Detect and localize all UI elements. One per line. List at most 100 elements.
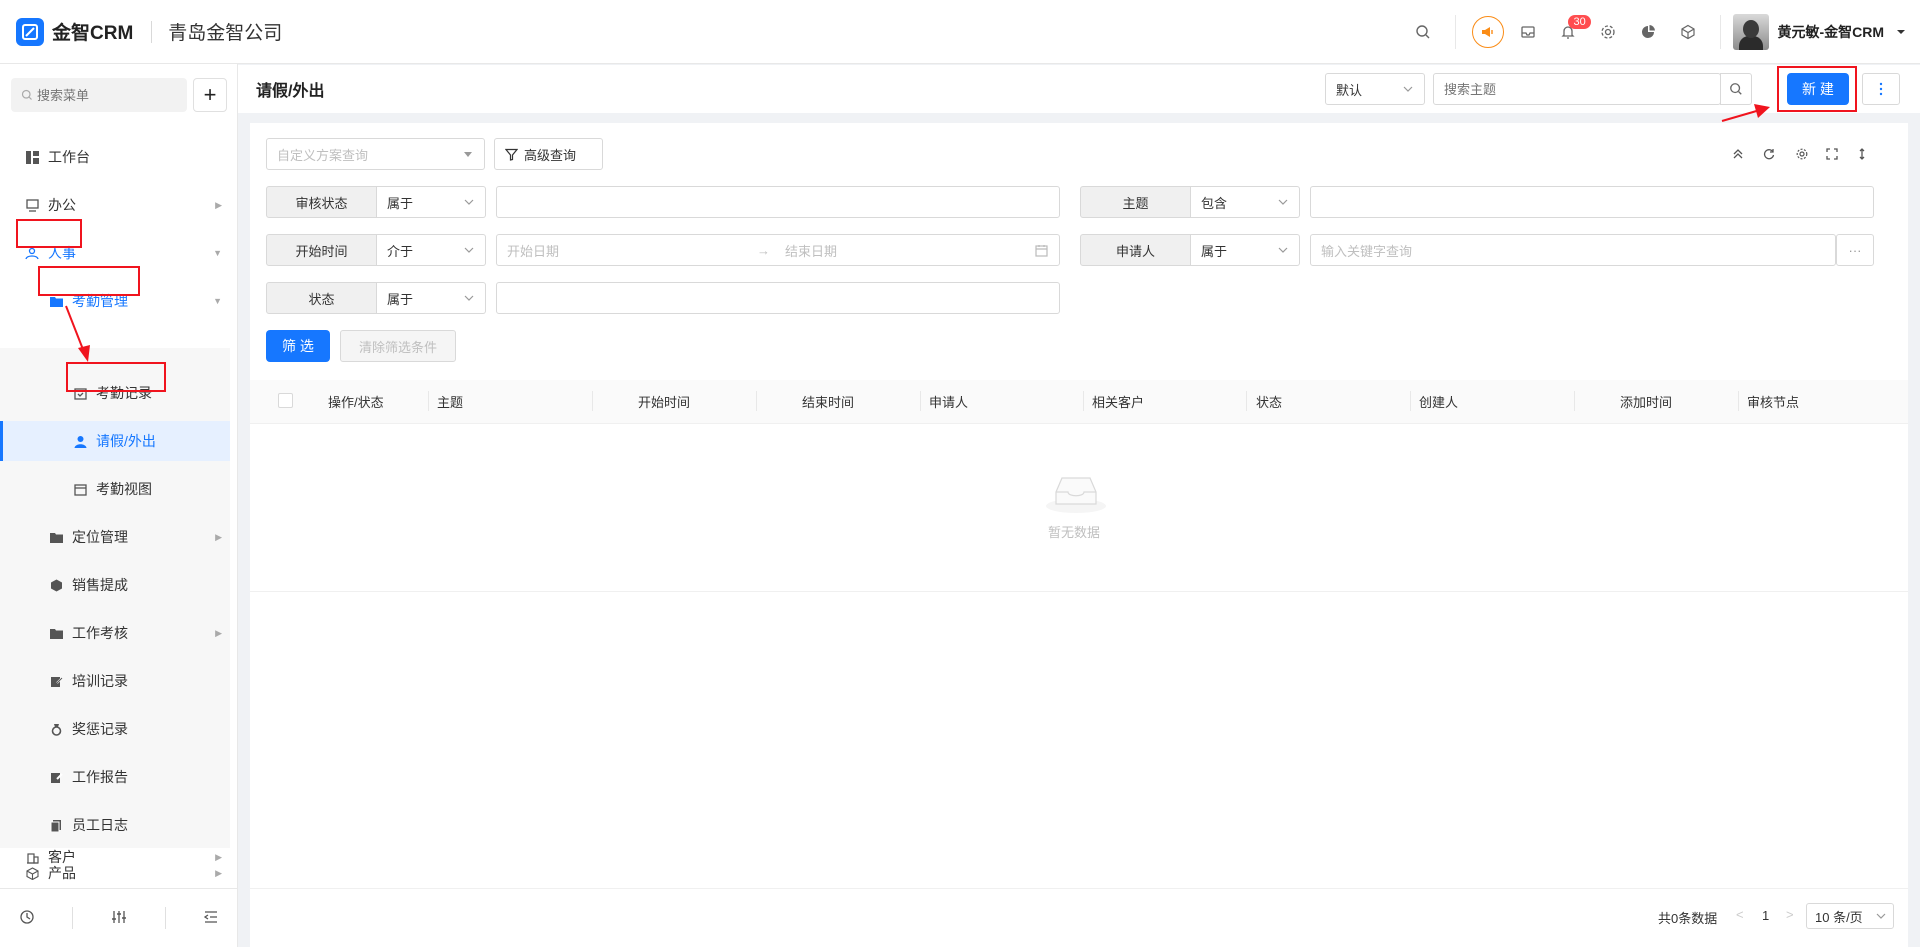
date-range-picker[interactable]: 开始日期 → 结束日期 [496, 234, 1060, 266]
column-divider [756, 391, 757, 411]
hexagon-icon [48, 577, 64, 593]
filter-op-review-status[interactable]: 属于 [377, 186, 486, 218]
column-header[interactable]: 相关客户 [1092, 391, 1144, 411]
bell-icon[interactable]: 30 [1548, 0, 1591, 64]
sidebar-item-leave-outing[interactable]: 请假/外出 [0, 419, 230, 463]
column-header[interactable]: 状态 [1256, 391, 1282, 411]
sidebar-item-label: 客户 [48, 849, 76, 865]
menu-search[interactable] [11, 78, 187, 112]
announcement-icon[interactable] [1468, 0, 1508, 64]
menu-search-input[interactable] [37, 87, 177, 103]
sidebar-item-label: 工作报告 [72, 769, 128, 785]
column-height-icon[interactable] [1852, 144, 1872, 164]
prev-page-icon[interactable]: < [1736, 907, 1744, 922]
sidebar-item-work-reports[interactable]: 工作报告 [0, 755, 230, 799]
logo-icon [16, 17, 44, 46]
sidebar-item-dashboard[interactable]: 工作台 [0, 135, 230, 179]
column-divider [1083, 391, 1084, 411]
sidebar-item-label: 工作考核 [72, 625, 128, 641]
status-input[interactable] [496, 282, 1060, 314]
column-divider [1246, 391, 1247, 411]
subject-input[interactable] [1310, 186, 1874, 218]
more-actions-button[interactable] [1862, 73, 1900, 105]
search-icon [1730, 83, 1742, 95]
filter-op-subject[interactable]: 包含 [1191, 186, 1300, 218]
start-date-placeholder[interactable]: 开始日期 [507, 241, 757, 260]
collapse-menu-icon[interactable] [203, 909, 219, 928]
notification-badge: 30 [1568, 15, 1591, 29]
divider [72, 907, 74, 929]
column-header[interactable]: 开始时间 [638, 391, 690, 411]
history-icon[interactable] [19, 909, 35, 928]
advanced-query-label: 高级查询 [524, 147, 577, 163]
search-button[interactable] [1720, 73, 1752, 105]
advanced-query-button[interactable]: 高级查询 [494, 138, 603, 170]
sidebar-item-rewards-penalties[interactable]: 奖惩记录 [0, 707, 230, 751]
sidebar-item-location-management[interactable]: 定位管理 ▶ [0, 515, 230, 559]
applicant-input[interactable]: 输入关键字查询 [1310, 234, 1836, 266]
select-all-checkbox[interactable] [278, 393, 293, 408]
sidebar-item-training-records[interactable]: 培训记录 [0, 659, 230, 703]
divider [151, 20, 153, 43]
avatar [1733, 14, 1770, 50]
pie-chart-icon[interactable] [1628, 0, 1668, 64]
column-header[interactable]: 申请人 [929, 391, 968, 411]
view-select-value: 默认 [1336, 82, 1363, 98]
copy-icon [48, 817, 64, 833]
view-select[interactable]: 默认 [1325, 73, 1425, 105]
caret-down-icon [464, 152, 472, 157]
folder-icon [48, 625, 64, 641]
column-header[interactable]: 操作/状态 [328, 391, 384, 411]
subject-search[interactable] [1433, 73, 1721, 105]
logo-text: 金智CRM [52, 23, 134, 44]
page-size-select[interactable]: 10 条/页 [1806, 903, 1894, 929]
building-icon [24, 849, 40, 865]
column-header[interactable]: 主题 [437, 391, 463, 411]
fullscreen-icon[interactable] [1822, 144, 1842, 164]
column-header[interactable]: 添加时间 [1620, 391, 1672, 411]
sidebar-item-label: 定位管理 [72, 529, 128, 545]
scheme-select[interactable]: 自定义方案查询 [266, 138, 485, 170]
annotation-box [66, 362, 166, 392]
sidebar-item-attendance-view[interactable]: 考勤视图 [0, 467, 230, 511]
pagination-current-page[interactable]: 1 [1762, 908, 1769, 923]
global-search-icon[interactable] [1403, 0, 1443, 64]
folder-icon [48, 529, 64, 545]
filter-button[interactable]: 筛 选 [266, 330, 330, 362]
end-date-placeholder[interactable]: 结束日期 [785, 241, 1035, 260]
filter-op-value: 属于 [1201, 243, 1228, 259]
app-logo[interactable]: 金智CRM [16, 17, 134, 46]
filter-op-value: 介于 [387, 243, 414, 259]
next-page-icon[interactable]: > [1786, 907, 1794, 922]
refresh-icon[interactable] [1759, 144, 1779, 164]
chevron-down-icon [1876, 913, 1886, 919]
add-menu-button[interactable]: + [193, 78, 227, 112]
filter-op-start-time[interactable]: 介于 [377, 234, 486, 266]
column-header[interactable]: 创建人 [1419, 391, 1458, 411]
sidebar-item-work-assessment[interactable]: 工作考核 ▶ [0, 611, 230, 655]
pagination-total: 共0条数据 [1658, 911, 1718, 926]
sliders-icon[interactable] [111, 909, 127, 928]
sidebar-item-label: 培训记录 [72, 673, 128, 689]
sidebar-item-label: 办公 [48, 197, 76, 213]
filter-op-status[interactable]: 属于 [377, 282, 486, 314]
inbox-icon[interactable] [1508, 0, 1548, 64]
chevron-down-icon: ▼ [213, 248, 222, 258]
applicant-picker-button[interactable]: ··· [1836, 234, 1874, 266]
column-header[interactable]: 结束时间 [802, 391, 854, 411]
collapse-up-icon[interactable] [1728, 144, 1748, 164]
column-header[interactable]: 审核节点 [1747, 391, 1799, 411]
edit-icon [48, 769, 64, 785]
clear-filters-button[interactable]: 清除筛选条件 [340, 330, 456, 362]
review-status-input[interactable] [496, 186, 1060, 218]
filter-op-applicant[interactable]: 属于 [1191, 234, 1300, 266]
settings-icon[interactable] [1792, 144, 1812, 164]
cube-icon[interactable] [1668, 0, 1708, 64]
sidebar-item-sales-commission[interactable]: 销售提成 [0, 563, 230, 607]
gear-icon[interactable] [1588, 0, 1628, 64]
sidebar-item-customers[interactable]: 客户 ▶ [0, 835, 230, 879]
user-menu[interactable]: 黄元敏-金智CRM [1733, 14, 1906, 50]
column-divider [428, 391, 429, 411]
subject-search-input[interactable] [1444, 81, 1684, 97]
range-arrow-icon: → [757, 242, 770, 258]
